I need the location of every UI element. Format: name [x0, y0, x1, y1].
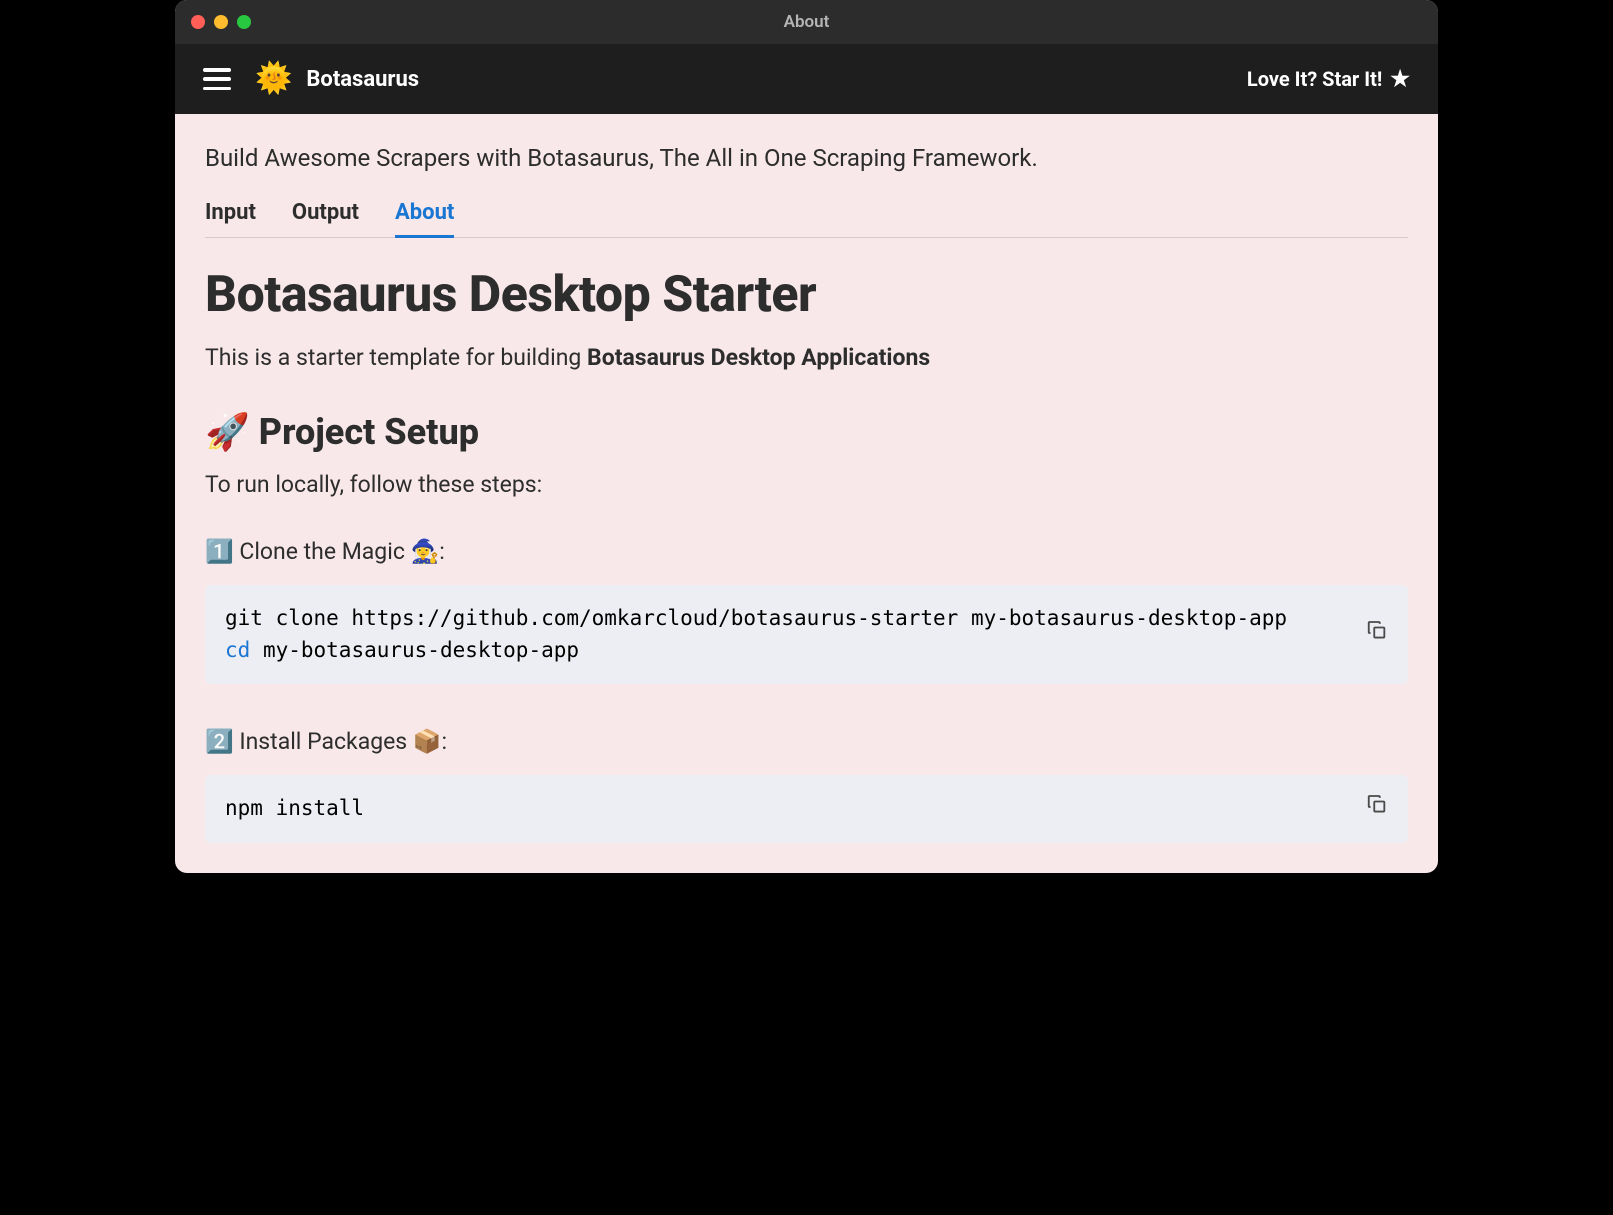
tab-input[interactable]: Input: [205, 200, 256, 237]
star-label: Love It? Star It!: [1247, 67, 1382, 91]
code-block-install: npm install: [205, 775, 1408, 843]
sun-icon: 🌞: [255, 64, 292, 94]
tagline: Build Awesome Scrapers with Botasaurus, …: [205, 144, 1408, 172]
header-bar: 🌞 Botasaurus Love It? Star It! ★: [175, 44, 1438, 114]
star-link[interactable]: Love It? Star It! ★: [1247, 67, 1410, 92]
app-name: Botasaurus: [306, 67, 419, 92]
intro-prefix: This is a starter template for building: [205, 344, 587, 371]
tabs: Input Output About: [205, 200, 1408, 238]
code-line: npm install: [225, 793, 1388, 825]
tab-about[interactable]: About: [395, 200, 454, 237]
content-area: Build Awesome Scrapers with Botasaurus, …: [175, 114, 1438, 873]
menu-icon[interactable]: [203, 68, 231, 90]
window-title: About: [784, 12, 830, 32]
logo-area[interactable]: 🌞 Botasaurus: [255, 64, 419, 94]
intro-text: This is a starter template for building …: [205, 344, 1408, 371]
maximize-window-button[interactable]: [237, 15, 251, 29]
title-bar: About: [175, 0, 1438, 44]
star-icon: ★: [1390, 67, 1410, 92]
code-cd: cd: [225, 638, 250, 662]
step-2-label: 2️⃣ Install Packages 📦:: [205, 728, 1408, 755]
code-line: cd my-botasaurus-desktop-app: [225, 635, 1388, 667]
code-block-clone: git clone https://github.com/omkarcloud/…: [205, 585, 1408, 684]
code-line: git clone https://github.com/omkarcloud/…: [225, 603, 1388, 635]
minimize-window-button[interactable]: [214, 15, 228, 29]
step-1-label: 1️⃣ Clone the Magic 🧙‍♀️:: [205, 538, 1408, 565]
code-cd-arg: my-botasaurus-desktop-app: [250, 638, 579, 662]
copy-icon[interactable]: [1366, 619, 1388, 651]
header-left: 🌞 Botasaurus: [203, 64, 419, 94]
close-window-button[interactable]: [191, 15, 205, 29]
window-controls: [191, 15, 251, 29]
intro-bold: Botasaurus Desktop Applications: [587, 344, 930, 371]
tab-output[interactable]: Output: [292, 200, 359, 237]
section-heading-project-setup: 🚀 Project Setup: [205, 411, 1408, 453]
page-title: Botasaurus Desktop Starter: [205, 266, 1408, 324]
app-window: About 🌞 Botasaurus Love It? Star It! ★ B…: [175, 0, 1438, 873]
copy-icon[interactable]: [1366, 793, 1388, 825]
section-intro: To run locally, follow these steps:: [205, 471, 1408, 498]
